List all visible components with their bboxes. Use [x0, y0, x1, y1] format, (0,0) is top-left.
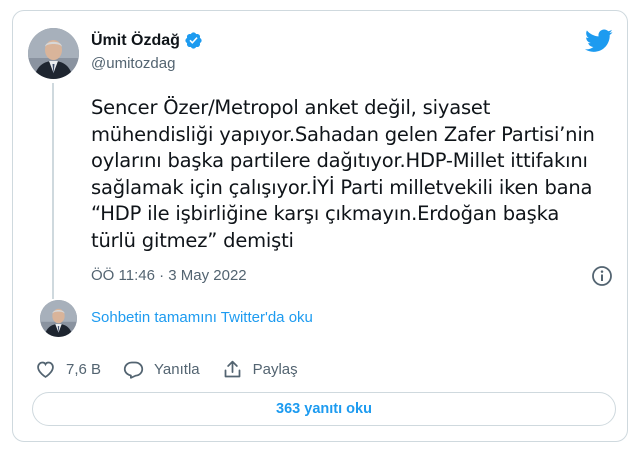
thread-line — [52, 83, 54, 299]
twitter-bird-icon[interactable] — [585, 29, 613, 58]
reply-button[interactable]: Yanıtla — [123, 359, 200, 380]
tweet-card: Ümit Özdağ @umitozdag Sencer Özer/Metrop… — [12, 10, 628, 442]
like-count: 7,6 B — [66, 361, 102, 378]
action-bar: 7,6 B Yanıtla Paylaş — [35, 359, 320, 380]
tweet-timestamp[interactable]: ÖÖ 11:46 · 3 May 2022 — [91, 267, 247, 284]
reply-icon — [123, 361, 144, 379]
conversation-avatar[interactable] — [40, 300, 77, 337]
like-button[interactable]: 7,6 B — [35, 359, 101, 380]
heart-icon — [37, 361, 54, 378]
verified-badge-icon — [185, 32, 202, 49]
share-button[interactable]: Paylaş — [222, 359, 298, 380]
share-icon — [224, 360, 240, 378]
author-avatar[interactable] — [28, 28, 79, 79]
read-replies-button[interactable]: 363 yanıtı oku — [32, 392, 616, 426]
read-replies-label: 363 yanıtı oku — [276, 401, 372, 417]
info-icon[interactable] — [591, 265, 613, 292]
reply-label: Yanıtla — [154, 361, 200, 378]
author-handle[interactable]: @umitozdag — [91, 55, 175, 72]
author-name-row[interactable]: Ümit Özdağ — [91, 31, 203, 50]
author-name[interactable]: Ümit Özdağ — [91, 32, 180, 50]
tweet-text: Sencer Özer/Metropol anket değil, siyase… — [91, 96, 595, 252]
read-conversation-link[interactable]: Sohbetin tamamını Twitter'da oku — [91, 309, 313, 326]
share-label: Paylaş — [252, 361, 298, 378]
